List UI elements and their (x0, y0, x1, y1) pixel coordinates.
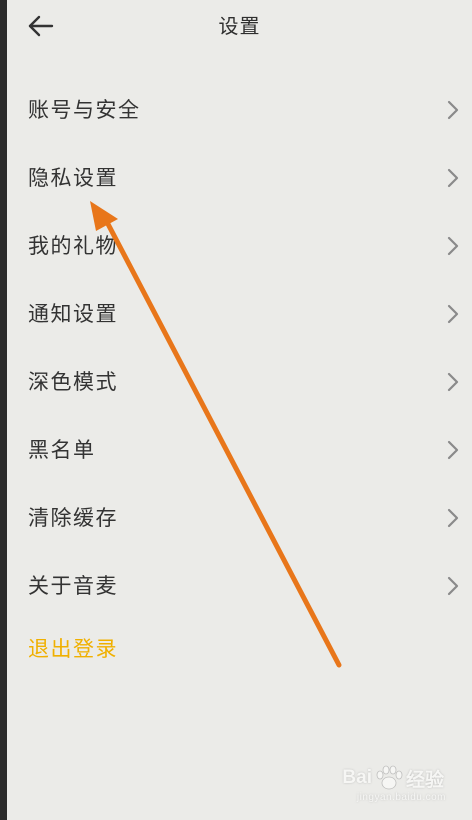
menu-item-blacklist[interactable]: 黑名单 (7, 416, 472, 484)
menu-item-label: 账号与安全 (28, 98, 141, 122)
watermark-brand-left: Bai (342, 767, 372, 788)
chevron-right-icon (446, 506, 460, 530)
logout-button[interactable]: 退出登录 (28, 634, 118, 664)
chevron-right-icon (446, 234, 460, 258)
left-edge-bar (0, 0, 7, 820)
menu-item-label: 关于音麦 (28, 574, 118, 598)
watermark-url: jingyan.baidu.com (356, 792, 446, 803)
watermark: Bai 经验 (342, 764, 444, 792)
menu-item-privacy-settings[interactable]: 隐私设置 (7, 144, 472, 212)
menu-item-dark-mode[interactable]: 深色模式 (7, 348, 472, 416)
menu-item-label: 隐私设置 (28, 166, 118, 190)
menu-item-account-security[interactable]: 账号与安全 (7, 76, 472, 144)
page-title: 设置 (218, 14, 261, 38)
chevron-right-icon (446, 166, 460, 190)
chevron-right-icon (446, 302, 460, 326)
chevron-right-icon (446, 438, 460, 462)
chevron-right-icon (446, 370, 460, 394)
menu-item-about[interactable]: 关于音麦 (7, 552, 472, 620)
menu-item-label: 清除缓存 (28, 506, 118, 530)
menu-item-clear-cache[interactable]: 清除缓存 (7, 484, 472, 552)
menu-item-label: 通知设置 (28, 302, 118, 326)
watermark-brand-right: 经验 (405, 769, 444, 791)
menu-item-label: 黑名单 (28, 438, 96, 462)
paw-icon (376, 765, 403, 790)
menu-item-label: 我的礼物 (28, 234, 118, 258)
chevron-right-icon (446, 574, 460, 598)
top-bar: 设置 (7, 0, 472, 56)
menu-item-label: 深色模式 (28, 370, 118, 394)
menu-item-my-gifts[interactable]: 我的礼物 (7, 212, 472, 280)
chevron-right-icon (446, 98, 460, 122)
menu-item-notification-settings[interactable]: 通知设置 (7, 280, 472, 348)
settings-menu: 账号与安全 隐私设置 我的礼物 通知设置 深色模式 黑名单 清除缓存 关于音麦 (7, 76, 472, 620)
